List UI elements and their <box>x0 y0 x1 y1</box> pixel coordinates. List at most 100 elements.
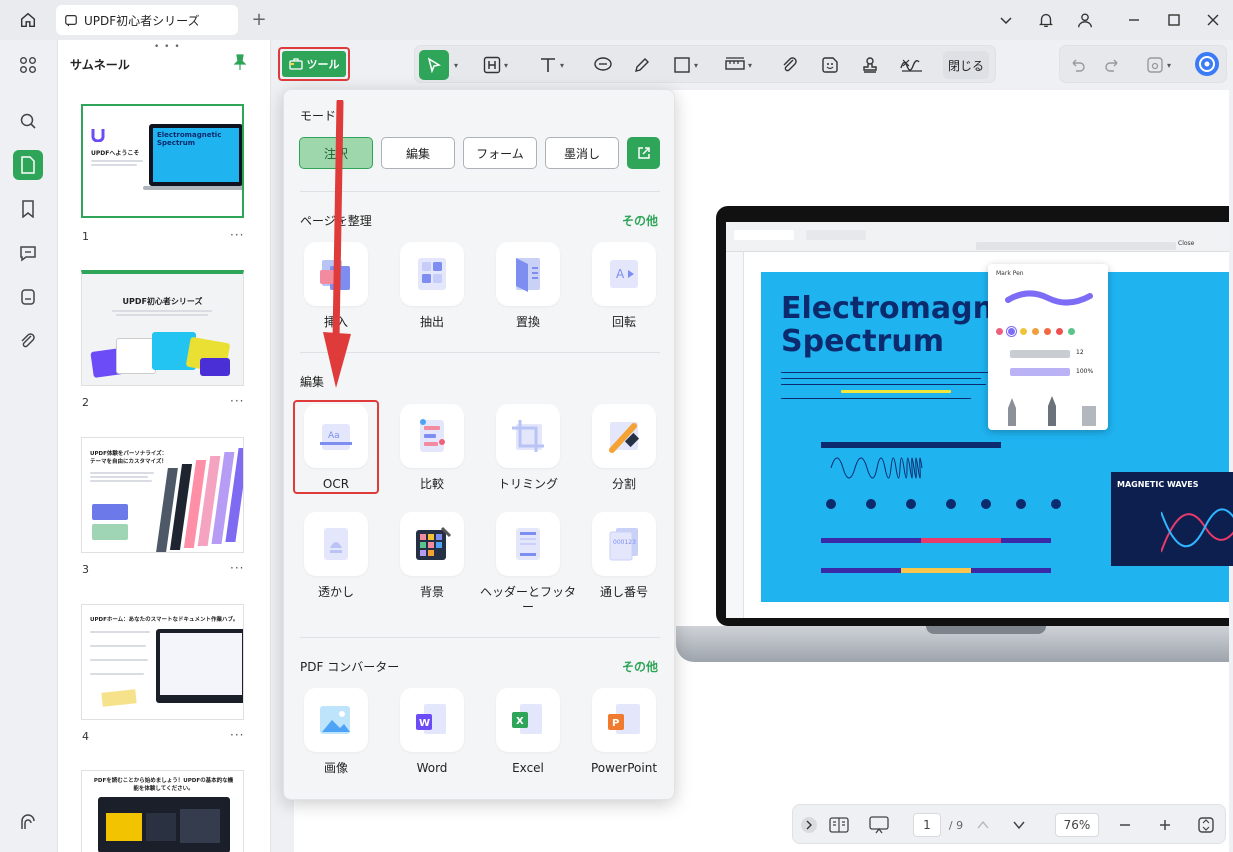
crop-icon <box>512 420 544 452</box>
watermark-tool[interactable]: 透かし <box>296 512 376 612</box>
header-footer-label: ヘッダーとフッター <box>480 585 577 614</box>
signature-tool[interactable] <box>899 52 925 78</box>
attach-tool[interactable] <box>781 52 799 78</box>
convert-image-tool[interactable]: 画像 <box>296 688 376 788</box>
expand-icon[interactable] <box>799 813 819 837</box>
pencil-tool[interactable] <box>633 52 651 78</box>
open-external-icon[interactable] <box>627 137 660 169</box>
zoom-out-icon[interactable] <box>1115 813 1135 837</box>
apps-grid-icon[interactable] <box>13 50 43 80</box>
comment-tool[interactable] <box>593 52 613 78</box>
replace-tool[interactable]: 置換 <box>488 242 568 342</box>
mode-redact-button[interactable]: 墨消し <box>545 137 619 169</box>
thumbnail-more-button[interactable]: ··· <box>230 728 244 742</box>
mode-edit-button[interactable]: 編集 <box>381 137 455 169</box>
thumbnail-page-5[interactable]: PDFを読むことから始めましょう！UPDFの基本的な機能を体験してください。 <box>81 770 244 852</box>
thumbnail-more-button[interactable]: ··· <box>230 561 244 575</box>
panel-drag-handle[interactable]: • • • <box>154 42 181 52</box>
spectrum-title: Electromagne Spectrum <box>781 291 1015 359</box>
crop-label: トリミング <box>497 477 558 491</box>
laptop-app-bar: Close <box>726 222 1229 252</box>
split-tool[interactable]: 分割 <box>584 404 664 504</box>
thumbnail-page-1[interactable]: UPDFへようこそ Electromagnetic Spectrum <box>81 104 244 218</box>
tools-button[interactable]: ツール <box>282 51 346 77</box>
presentation-icon[interactable] <box>867 813 891 837</box>
ocr-tool[interactable]: Aa OCR <box>296 404 376 504</box>
powerpoint-file-icon: P <box>608 704 640 734</box>
current-page-input[interactable]: 1 <box>913 813 941 837</box>
document-tab[interactable]: UPDF初心者シリーズ <box>56 5 238 35</box>
thumbnail-number: 2 <box>82 396 89 409</box>
comment-icon[interactable] <box>13 238 43 268</box>
redo-icon[interactable] <box>1104 52 1120 78</box>
chevron-down-icon[interactable] <box>992 6 1020 34</box>
account-icon[interactable] <box>1071 6 1099 34</box>
select-tool-dropdown[interactable]: ▾ <box>451 52 458 78</box>
convert-word-tool[interactable]: W Word <box>392 688 472 788</box>
stamp-tool[interactable] <box>861 52 879 78</box>
shape-tool[interactable]: ▾ <box>673 52 698 78</box>
crop-tool[interactable]: トリミング <box>488 404 568 504</box>
next-page-icon[interactable] <box>1009 813 1029 837</box>
thumbnail-more-button[interactable]: ··· <box>230 394 244 408</box>
zoom-in-icon[interactable] <box>1155 813 1175 837</box>
page-layout-icon[interactable] <box>827 813 851 837</box>
minimize-icon[interactable] <box>1120 6 1148 34</box>
thumbnails-icon[interactable] <box>13 150 43 180</box>
section-divider <box>300 191 660 192</box>
thumbnail-page-2[interactable]: UPDF初心者シリーズ <box>81 270 244 386</box>
compare-tool[interactable]: 比較 <box>392 404 472 504</box>
select-tool[interactable] <box>419 50 449 80</box>
bates-numbering-tool[interactable]: 000123 通し番号 <box>584 512 664 612</box>
pen-types-icon <box>1008 396 1096 426</box>
bookmark-icon[interactable] <box>13 194 43 224</box>
thumbnail-1-title: UPDFへようこそ <box>91 150 140 157</box>
red-arrow-annotation <box>323 100 351 388</box>
replace-label: 置換 <box>515 315 540 329</box>
new-tab-button[interactable]: + <box>248 8 270 30</box>
bell-icon[interactable] <box>1032 6 1060 34</box>
search-icon[interactable] <box>13 106 43 136</box>
word-file-icon: W <box>416 704 446 734</box>
attachment-icon[interactable] <box>13 326 43 356</box>
text-t-icon <box>541 58 555 72</box>
organize-more-link[interactable]: その他 <box>622 212 658 229</box>
image-file-icon <box>320 706 350 734</box>
convert-excel-tool[interactable]: X Excel <box>488 688 568 788</box>
ai-assistant-icon[interactable] <box>1194 51 1220 77</box>
stamp-sidebar-icon[interactable] <box>13 282 43 312</box>
sticker-tool[interactable] <box>821 52 839 78</box>
thumbnail-more-button[interactable]: ··· <box>230 228 244 242</box>
previous-page-icon[interactable] <box>973 813 993 837</box>
svg-text:Aa: Aa <box>328 431 340 441</box>
undo-icon[interactable] <box>1070 52 1086 78</box>
measure-tool[interactable]: ▾ <box>725 52 752 78</box>
pin-icon[interactable] <box>231 53 251 73</box>
convert-excel-label: Excel <box>512 761 544 775</box>
thumbnail-page-4[interactable]: UPDFホーム：あなたのスマートなドキュメント作業ハブ。 <box>81 604 244 720</box>
rotate-tool[interactable]: A 回転 <box>584 242 664 342</box>
background-tool[interactable]: 背景 <box>392 512 472 612</box>
text-tool[interactable]: ▾ <box>539 52 564 78</box>
spectrum-intro-text <box>781 368 1001 408</box>
highlight-tool[interactable]: ▾ <box>483 52 508 78</box>
maximize-icon[interactable] <box>1160 6 1188 34</box>
close-tools-button[interactable]: 閉じる <box>943 51 989 79</box>
fit-page-icon[interactable] <box>1195 813 1217 837</box>
rotate-label: 回転 <box>611 315 636 329</box>
converter-more-link[interactable]: その他 <box>622 658 658 675</box>
spectrum-diagram <box>821 442 1061 573</box>
svg-text:P: P <box>612 718 619 729</box>
save-icon[interactable]: ▾ <box>1146 52 1171 78</box>
convert-powerpoint-tool[interactable]: P PowerPoint <box>584 688 664 788</box>
close-window-icon[interactable] <box>1199 6 1227 34</box>
thumbnail-page-3[interactable]: UPDF体験をパーソナライズ：テーマを自由にカスタマイズ！ <box>81 437 244 553</box>
mode-form-button[interactable]: フォーム <box>463 137 537 169</box>
home-icon[interactable] <box>14 6 42 34</box>
extract-tool[interactable]: 抽出 <box>392 242 472 342</box>
section-divider <box>300 637 660 638</box>
layers-icon[interactable] <box>13 808 43 838</box>
zoom-level-input[interactable]: 76% <box>1055 813 1099 837</box>
header-footer-tool[interactable]: ヘッダーとフッター <box>480 512 576 614</box>
document-tab-title: UPDF初心者シリーズ <box>84 13 200 28</box>
